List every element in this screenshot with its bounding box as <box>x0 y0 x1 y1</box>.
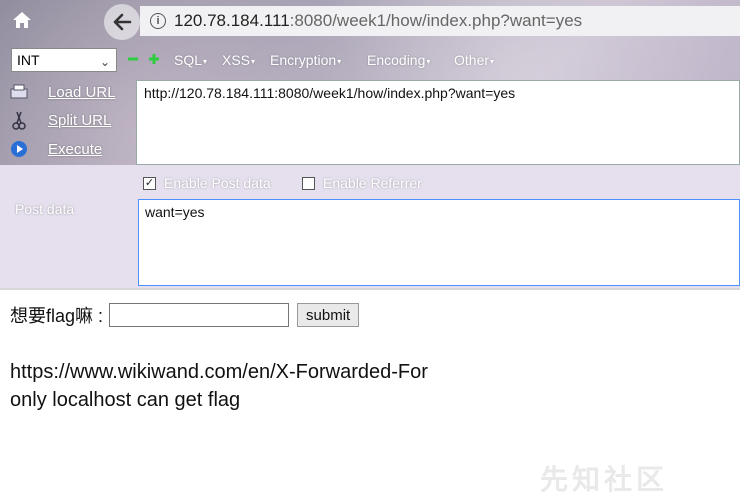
home-icon <box>13 12 31 28</box>
load-url-icon <box>8 82 30 102</box>
divider <box>0 288 740 290</box>
back-button[interactable] <box>104 4 140 40</box>
execute-button[interactable]: Execute <box>8 137 102 161</box>
type-select-value: INT <box>17 52 40 68</box>
menu-sql-label: SQL <box>174 52 203 68</box>
enable-referrer-checkbox[interactable]: Enable Referrer <box>302 175 422 191</box>
enable-post-checkbox[interactable]: ✓ Enable Post data <box>143 175 271 191</box>
url-textarea[interactable]: http://120.78.184.111:8080/week1/how/ind… <box>136 80 740 165</box>
menu-encoding[interactable]: Encoding▾ <box>367 52 430 68</box>
caret-down-icon: ▾ <box>490 56 495 66</box>
menu-xss[interactable]: XSS▾ <box>222 52 255 68</box>
post-data-textarea[interactable]: want=yes <box>138 199 740 286</box>
checkmark-icon: ✓ <box>143 176 156 190</box>
plus-icon[interactable] <box>149 54 159 64</box>
flag-input[interactable] <box>109 303 290 327</box>
play-icon <box>8 139 30 159</box>
post-data-label: Post data <box>15 201 75 217</box>
scissors-icon <box>8 110 30 130</box>
split-url-label: Split URL <box>48 111 112 129</box>
execute-label: Execute <box>48 140 103 158</box>
menu-encryption-label: Encryption <box>270 52 337 68</box>
address-bar[interactable]: i 120.78.184.111:8080/week1/how/index.ph… <box>140 6 740 36</box>
url-rest: :8080/week1/how/index.php?want=yes <box>289 11 583 30</box>
chevron-down-icon: ⌄ <box>99 55 110 69</box>
back-arrow-icon <box>113 13 132 31</box>
menu-other[interactable]: Other▾ <box>454 52 494 68</box>
menu-encryption[interactable]: Encryption▾ <box>270 52 341 68</box>
watermark: 先知社区 <box>540 464 669 495</box>
minus-icon[interactable] <box>128 54 138 64</box>
submit-button[interactable]: submit <box>297 303 360 327</box>
enable-post-label: Enable Post data <box>164 175 271 191</box>
flag-form-label: 想要flag嘛 : <box>10 306 104 326</box>
menu-other-label: Other <box>454 52 490 68</box>
split-url-button[interactable]: Split URL <box>8 108 111 132</box>
menu-encoding-label: Encoding <box>367 52 426 68</box>
checkbox-empty-icon <box>302 176 315 190</box>
menu-xss-label: XSS <box>222 52 251 68</box>
caret-down-icon: ▾ <box>426 56 431 66</box>
load-url-label: Load URL <box>48 83 116 101</box>
load-url-button[interactable]: Load URL <box>8 80 116 104</box>
flag-form: 想要flag嘛 : submit <box>10 302 360 328</box>
url-host: 120.78.184.111 <box>174 11 290 30</box>
wikiwand-url-text: https://www.wikiwand.com/en/X-Forwarded-… <box>10 361 428 383</box>
address-text[interactable]: 120.78.184.111:8080/week1/how/index.php?… <box>174 11 582 31</box>
caret-down-icon: ▾ <box>337 56 342 66</box>
type-select[interactable]: INT ⌄ <box>11 48 117 72</box>
caret-down-icon: ▾ <box>251 56 256 66</box>
caret-down-icon: ▾ <box>203 56 208 66</box>
home-button[interactable] <box>8 6 36 34</box>
menu-sql[interactable]: SQL▾ <box>174 52 207 68</box>
info-icon[interactable]: i <box>150 13 166 29</box>
enable-referrer-label: Enable Referrer <box>323 175 422 191</box>
localhost-message: only localhost can get flag <box>10 389 241 411</box>
